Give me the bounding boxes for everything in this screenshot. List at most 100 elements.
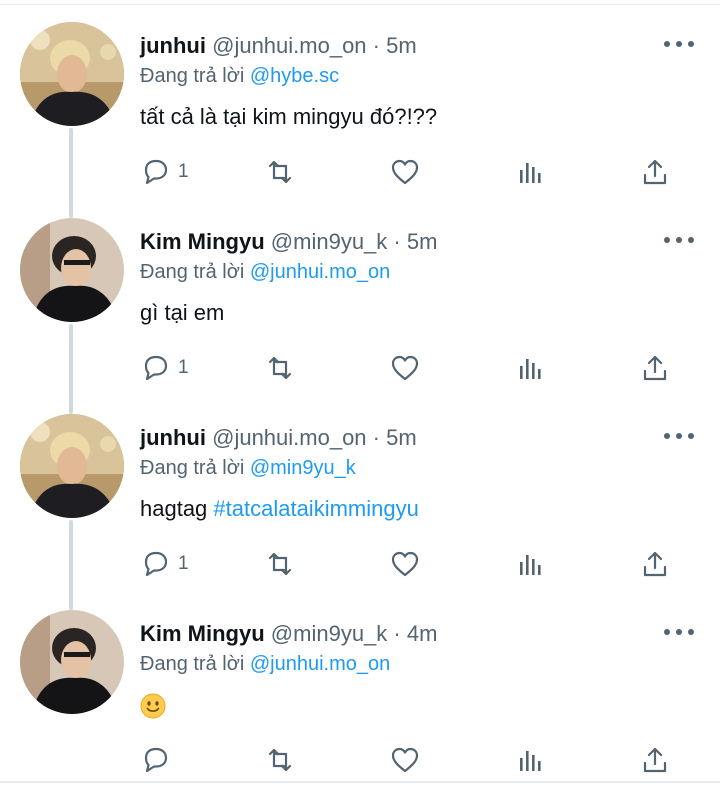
share-icon [643,747,667,773]
replying-to: Đang trả lời @junhui.mo_on [140,650,390,678]
tweet[interactable]: Kim Mingyu @min9yu_k · 4m Đang trả lời @… [0,592,720,788]
replying-to: Đang trả lời @hybe.sc [140,62,339,90]
display-name[interactable]: junhui [140,33,206,58]
separator: · [393,621,401,646]
display-name[interactable]: junhui [140,425,206,450]
avatar[interactable] [20,414,124,518]
retweet-icon [268,160,292,184]
reply-button[interactable]: 1 [140,544,189,584]
mention-link[interactable]: @junhui.mo_on [250,261,390,283]
analytics-icon [520,163,541,183]
tweet-header: Kim Mingyu @min9yu_k · 5m [140,228,437,256]
tweet[interactable]: junhui @junhui.mo_on · 5m Đang trả lời @… [0,4,720,218]
reply-button[interactable]: 1 [140,152,189,192]
timestamp[interactable]: 5m [407,229,438,254]
divider [0,781,720,783]
tweet-text: gì tại em [140,300,225,325]
like-button[interactable] [389,740,421,780]
hashtag-link[interactable]: #tatcalataikimmingyu [213,496,418,521]
share-icon [643,355,667,381]
heart-icon [391,355,419,381]
action-bar: 1 [140,544,680,584]
share-button[interactable] [639,544,671,584]
analytics-icon [520,751,541,771]
more-icon[interactable] [662,620,696,644]
separator: · [372,33,380,58]
retweet-icon [268,748,292,772]
views-button[interactable] [514,348,546,388]
more-icon[interactable] [662,32,696,56]
like-button[interactable] [389,544,421,584]
action-bar [140,740,680,780]
reply-button[interactable] [140,740,172,780]
analytics-icon [520,555,541,575]
tweet-header: junhui @junhui.mo_on · 5m [140,424,417,452]
retweet-icon [268,356,292,380]
replying-to: Đang trả lời @min9yu_k [140,454,356,482]
separator: · [372,425,380,450]
like-button[interactable] [389,348,421,388]
views-button[interactable] [514,740,546,780]
user-handle[interactable]: @min9yu_k [271,229,388,254]
tweet-text-prefix: hagtag [140,496,214,521]
action-bar: 1 [140,152,680,192]
retweet-button[interactable] [264,152,296,192]
display-name[interactable]: Kim Mingyu [140,621,265,646]
analytics-icon [520,359,541,379]
retweet-button[interactable] [264,348,296,388]
reply-button[interactable]: 1 [140,348,189,388]
tweet-header: junhui @junhui.mo_on · 5m [140,32,417,60]
timestamp[interactable]: 5m [386,425,417,450]
display-name[interactable]: Kim Mingyu [140,229,265,254]
reply-icon [144,551,168,577]
tweet-text: tất cả là tại kim mingyu đó?!?? [140,104,438,129]
share-icon [643,551,667,577]
reply-icon [144,355,168,381]
share-icon [643,159,667,185]
tweet-text: hagtag #tatcalataikimmingyu [140,494,419,524]
tweet-text [140,690,166,720]
views-button[interactable] [514,544,546,584]
heart-icon [391,747,419,773]
user-handle[interactable]: @junhui.mo_on [212,33,366,58]
avatar[interactable] [20,22,124,126]
replying-to-label: Đang trả lời [140,261,245,283]
views-button[interactable] [514,152,546,192]
reply-icon [144,159,168,185]
replying-to: Đang trả lời @junhui.mo_on [140,258,390,286]
avatar[interactable] [20,610,124,714]
tweet-thread: junhui @junhui.mo_on · 5m Đang trả lời @… [0,0,720,788]
timestamp[interactable]: 5m [386,33,417,58]
replying-to-label: Đang trả lời [140,457,245,479]
avatar[interactable] [20,218,124,322]
retweet-icon [268,552,292,576]
tweet[interactable]: junhui @junhui.mo_on · 5m Đang trả lời @… [0,396,720,610]
tweet[interactable]: Kim Mingyu @min9yu_k · 5m Đang trả lời @… [0,200,720,414]
reply-icon [144,747,168,773]
mention-link[interactable]: @min9yu_k [250,457,356,479]
user-handle[interactable]: @min9yu_k [271,621,388,646]
retweet-button[interactable] [264,544,296,584]
timestamp[interactable]: 4m [407,621,438,646]
heart-icon [391,159,419,185]
replying-to-label: Đang trả lời [140,653,245,675]
like-button[interactable] [389,152,421,192]
share-button[interactable] [639,348,671,388]
share-button[interactable] [639,740,671,780]
mention-link[interactable]: @junhui.mo_on [250,653,390,675]
retweet-button[interactable] [264,740,296,780]
tweet-header: Kim Mingyu @min9yu_k · 4m [140,620,437,648]
reply-count: 1 [178,357,189,378]
reply-count: 1 [178,553,189,574]
action-bar: 1 [140,348,680,388]
more-icon[interactable] [662,228,696,252]
mention-link[interactable]: @hybe.sc [250,65,339,87]
separator: · [393,229,401,254]
slightly-smiling-face-icon [140,693,166,719]
share-button[interactable] [639,152,671,192]
more-icon[interactable] [662,424,696,448]
user-handle[interactable]: @junhui.mo_on [212,425,366,450]
replying-to-label: Đang trả lời [140,65,245,87]
heart-icon [391,551,419,577]
reply-count: 1 [178,161,189,182]
